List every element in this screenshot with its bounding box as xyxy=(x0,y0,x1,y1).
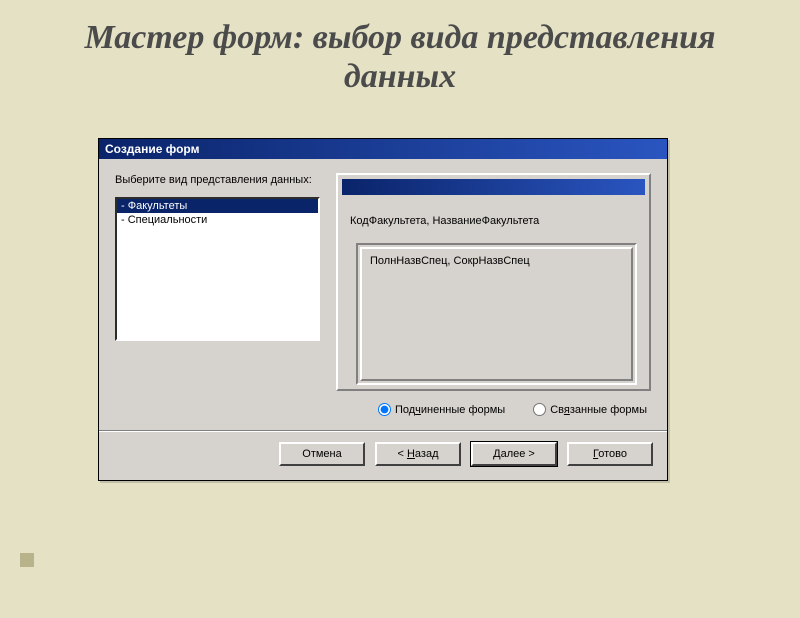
radio-linked-forms[interactable]: Связанные формы xyxy=(533,403,647,416)
preview-sub-fields: ПолнНазвСпец, СокрНазвСпец xyxy=(360,247,633,381)
preview-master-fields: КодФакультета, НазваниеФакультета xyxy=(342,209,645,227)
dialog-body: Выберите вид представления данных: - Фак… xyxy=(99,159,667,430)
form-type-radios: Подчиненные формы Связанные формы xyxy=(336,391,651,422)
slide-title: Мастер форм: выбор вида представления да… xyxy=(40,18,760,96)
cancel-button[interactable]: Отмена xyxy=(279,442,365,466)
bullet-icon xyxy=(20,553,34,567)
list-item[interactable]: - Специальности xyxy=(117,213,318,227)
finish-button[interactable]: Готово xyxy=(567,442,653,466)
radio-linked-label: Связанные формы xyxy=(550,404,647,416)
list-item[interactable]: - Факультеты xyxy=(117,199,318,213)
wizard-button-row: Отмена < Назад Далее > Готово xyxy=(99,432,667,480)
dialog-title-text: Создание форм xyxy=(105,142,199,156)
preview-subform-frame: ПолнНазвСпец, СокрНазвСпец xyxy=(356,243,637,385)
dialog-titlebar: Создание форм xyxy=(99,139,667,159)
form-wizard-dialog: Создание форм Выберите вид представления… xyxy=(98,138,668,481)
radio-subforms-input[interactable] xyxy=(378,403,391,416)
radio-subforms[interactable]: Подчиненные формы xyxy=(378,403,505,416)
view-listbox[interactable]: - Факультеты - Специальности xyxy=(115,197,320,341)
back-button[interactable]: < Назад xyxy=(375,442,461,466)
radio-linked-forms-input[interactable] xyxy=(533,403,546,416)
preview-titlebar-stub xyxy=(342,179,645,195)
form-preview: КодФакультета, НазваниеФакультета ПолнНа… xyxy=(336,173,651,391)
prompt-label: Выберите вид представления данных: xyxy=(115,173,320,187)
radio-subforms-label: Подчиненные формы xyxy=(395,404,505,416)
next-button[interactable]: Далее > xyxy=(471,442,557,466)
